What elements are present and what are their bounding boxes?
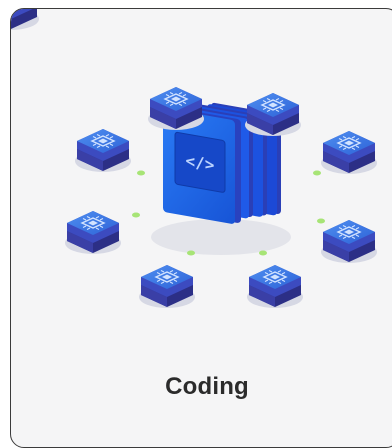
- dot-icon: [259, 250, 267, 256]
- chip-icon: [138, 264, 196, 309]
- center-shadow: [151, 219, 291, 255]
- card-title: Coding: [165, 373, 249, 400]
- chip-icon: [147, 86, 205, 131]
- chip-icon: [244, 92, 302, 137]
- dot-icon: [137, 170, 145, 176]
- chip-icon: [74, 128, 132, 173]
- chip-icon: [320, 219, 378, 264]
- dot-icon: [187, 250, 195, 256]
- dot-icon: [132, 212, 140, 218]
- coding-card[interactable]: </> Coding: [10, 8, 392, 448]
- chip-icon: [320, 130, 378, 175]
- coding-illustration: </>: [11, 9, 378, 309]
- dot-icon: [317, 218, 325, 224]
- chip-icon: [11, 9, 39, 30]
- dot-icon: [313, 170, 321, 176]
- chip-icon: [64, 210, 122, 255]
- chip-icon: [246, 264, 304, 309]
